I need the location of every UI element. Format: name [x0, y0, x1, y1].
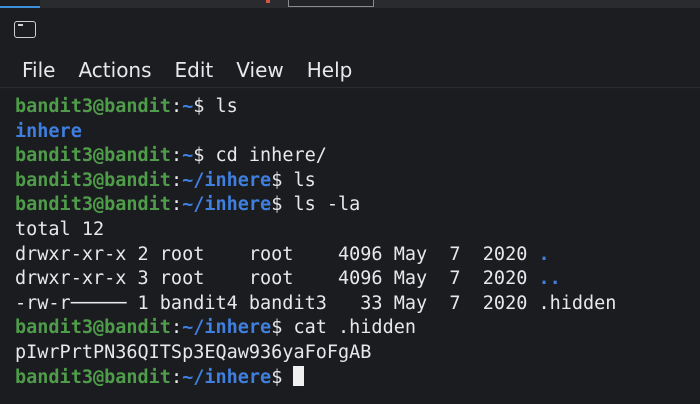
- terminal-line: drwxr-xr-x 3 root root 4096 May 7 2020 .…: [15, 267, 700, 292]
- prompt-path: ~/inhere: [182, 194, 272, 216]
- prompt-user: bandit3@bandit: [15, 366, 171, 388]
- terminal-line: bandit3@bandit:~/inhere$: [15, 365, 700, 391]
- terminal-line: total 12: [15, 218, 700, 243]
- prompt-user: bandit3@bandit: [15, 317, 171, 339]
- command-text: cat .hidden: [282, 317, 416, 339]
- prompt-colon: :: [170, 169, 183, 191]
- terminal-line: bandit3@bandit:~/inhere$ ls: [15, 169, 700, 194]
- terminal-line: bandit3@bandit:~$ cd inhere/: [15, 144, 700, 169]
- terminal-window: File Actions Edit View Help bandit3@band…: [0, 0, 700, 404]
- prompt-colon: :: [170, 96, 183, 117]
- prompt-user: bandit3@bandit: [15, 169, 171, 191]
- terminal-line: inhere: [15, 120, 700, 145]
- prompt-path: ~/inhere: [182, 317, 272, 339]
- prompt-path: ~/inhere: [182, 169, 272, 191]
- taskbar-indicator: [266, 0, 270, 3]
- listing-entry: drwxr-xr-x 3 root root 4096 May 7 2020: [15, 268, 539, 290]
- title-bar: [0, 8, 700, 52]
- prompt-symbol: $: [271, 194, 283, 216]
- command-text: ls -la: [282, 194, 361, 216]
- menu-file[interactable]: File: [22, 58, 55, 82]
- directory-name: inhere: [15, 120, 82, 142]
- terminal-line: bandit3@bandit:~/inhere$ ls -la: [15, 193, 700, 218]
- prompt-path: ~: [182, 96, 194, 117]
- terminal-line: bandit3@bandit:~/inhere$ cat .hidden: [15, 316, 700, 341]
- menu-view[interactable]: View: [236, 58, 283, 82]
- terminal-output[interactable]: bandit3@bandit:~$ ls inhere bandit3@bandit…: [0, 90, 700, 404]
- prompt-user: bandit3@bandit: [15, 194, 171, 216]
- output-text: -rw-r───── 1 bandit4 bandit3 33 May 7 20…: [15, 292, 617, 314]
- prompt-symbol: $: [271, 169, 283, 191]
- terminal-line: drwxr-xr-x 2 root root 4096 May 7 2020 .: [15, 243, 700, 268]
- command-text: ls: [204, 96, 238, 117]
- taskbar-tab[interactable]: [0, 0, 40, 8]
- prompt-symbol: $: [193, 145, 205, 167]
- directory-name: .: [538, 243, 550, 265]
- menu-edit[interactable]: Edit: [175, 58, 214, 82]
- output-text: total 12: [15, 218, 105, 240]
- taskbar-strip: [0, 0, 700, 8]
- directory-name: ..: [538, 268, 561, 290]
- menu-help[interactable]: Help: [307, 58, 353, 82]
- terminal-icon: [14, 21, 36, 38]
- prompt-symbol: $: [271, 366, 283, 388]
- command-text: ls: [282, 169, 316, 191]
- prompt-symbol: $: [193, 96, 205, 117]
- prompt-colon: :: [170, 317, 183, 339]
- terminal-line: pIwrPrtPN36QITSp3EQaw936yaFoFgAB: [15, 341, 700, 366]
- output-text: pIwrPrtPN36QITSp3EQaw936yaFoFgAB: [15, 341, 372, 363]
- terminal-line: -rw-r───── 1 bandit4 bandit3 33 May 7 20…: [15, 292, 700, 317]
- listing-entry: drwxr-xr-x 2 root root 4096 May 7 2020: [15, 243, 539, 265]
- menu-bar: File Actions Edit View Help: [0, 52, 700, 88]
- prompt-path: ~/inhere: [182, 366, 272, 388]
- taskbar-active-tab[interactable]: [288, 0, 374, 7]
- prompt-path: ~: [182, 145, 194, 167]
- prompt-user: bandit3@bandit: [15, 145, 171, 167]
- terminal-line: bandit3@bandit:~$ ls: [15, 95, 700, 120]
- command-text: cd inhere/: [204, 145, 327, 167]
- prompt-colon: :: [170, 366, 183, 388]
- prompt-symbol: $: [271, 317, 283, 339]
- text-cursor: [293, 365, 305, 386]
- command-text: [282, 367, 293, 388]
- prompt-colon: :: [170, 145, 183, 167]
- prompt-user: bandit3@bandit: [15, 96, 171, 117]
- prompt-colon: :: [170, 194, 183, 216]
- menu-actions[interactable]: Actions: [78, 58, 151, 82]
